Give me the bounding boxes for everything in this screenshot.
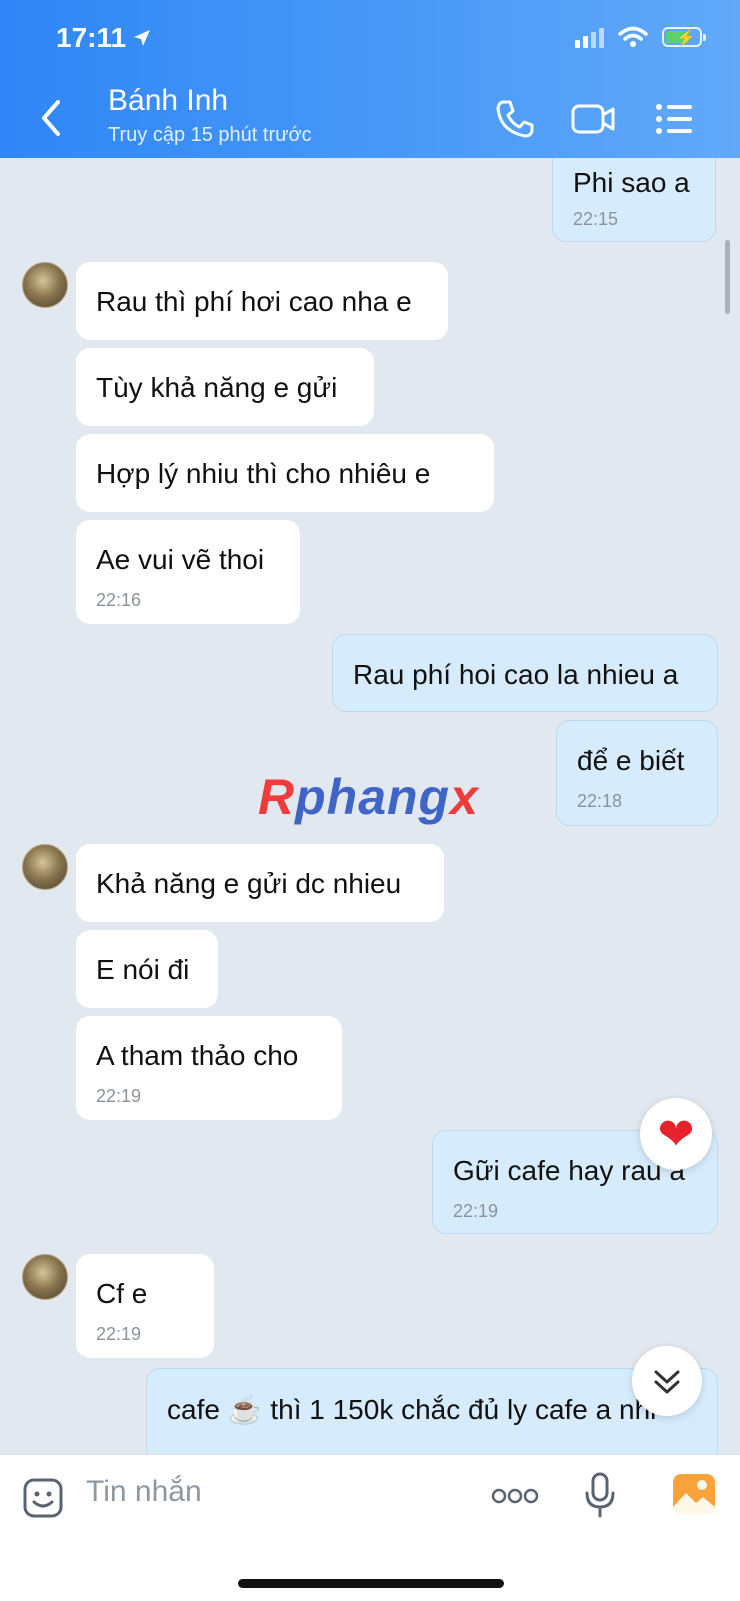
sticker-emoji-icon[interactable] [22, 1477, 64, 1519]
message-bubble-incoming[interactable]: A tham thảo cho 22:19 [76, 1016, 342, 1120]
message-text: Khả năng e gửi dc nhieu [96, 868, 402, 899]
back-button[interactable] [34, 96, 70, 140]
watermark-x: x [450, 769, 479, 825]
message-text: Cf e [96, 1278, 148, 1309]
wifi-icon [618, 26, 648, 47]
contact-name[interactable]: Bánh Inh [108, 84, 228, 118]
scroll-to-bottom-button[interactable] [632, 1346, 702, 1416]
avatar[interactable] [22, 1254, 68, 1300]
message-bubble-incoming[interactable]: Tùy khả năng e gửi [76, 348, 374, 426]
more-options-icon[interactable] [490, 1485, 540, 1507]
message-input[interactable]: Tin nhắn [86, 1475, 202, 1509]
video-call-icon[interactable] [570, 98, 616, 140]
message-bubble-incoming[interactable]: Rau thì phí hơi cao nha e [76, 262, 448, 340]
message-bubble-incoming[interactable]: Cf e 22:19 [76, 1254, 214, 1358]
location-arrow-icon [134, 30, 151, 46]
heart-reaction-icon[interactable]: ❤ [640, 1098, 712, 1170]
message-text: Rau phí hoi cao la nhieu a [353, 659, 679, 690]
watermark-mid: phang [295, 769, 451, 825]
message-bubble-outgoing[interactable]: Phi sao a 22:15 [552, 158, 716, 242]
message-text: E nói đi [96, 954, 190, 985]
watermark: Rphangx [258, 768, 479, 826]
avatar[interactable] [22, 844, 68, 890]
message-composer: Tin nhắn [0, 1454, 740, 1601]
message-text: Rau thì phí hơi cao nha e [96, 286, 412, 317]
message-bubble-incoming[interactable]: Hợp lý nhiu thì cho nhiêu e [76, 434, 494, 512]
cellular-signal-icon [575, 26, 604, 48]
message-time: 22:15 [573, 209, 619, 229]
microphone-icon[interactable] [582, 1471, 618, 1519]
message-bubble-incoming[interactable]: Ae vui vẽ thoi 22:16 [76, 520, 300, 624]
message-bubble-incoming[interactable]: E nói đi [76, 930, 218, 1008]
message-bubble-incoming[interactable]: Khả năng e gửi dc nhieu [76, 844, 444, 922]
scrollbar[interactable] [725, 240, 730, 314]
status-icons: ⚡ [575, 26, 706, 48]
phone-call-icon[interactable] [494, 98, 536, 140]
message-text: để e biết [577, 745, 685, 776]
status-time-text: 17:11 [56, 22, 127, 53]
watermark-r: R [258, 769, 296, 825]
home-indicator [238, 1579, 504, 1588]
double-chevron-down-icon [654, 1370, 680, 1394]
message-time: 22:16 [96, 590, 142, 610]
message-text: Phi sao a [573, 167, 690, 198]
message-text: Tùy khả năng e gửi [96, 372, 338, 403]
message-time: 22:19 [96, 1324, 142, 1344]
message-time: 22:19 [96, 1086, 142, 1106]
reaction-heart: ❤ [657, 1109, 695, 1159]
message-bubble-outgoing[interactable]: để e biết 22:18 [556, 720, 718, 826]
menu-list-icon[interactable] [654, 98, 694, 140]
battery-icon: ⚡ [662, 27, 706, 47]
message-text: A tham thảo cho [96, 1040, 299, 1071]
contact-status: Truy cập 15 phút trước [108, 124, 312, 146]
message-time: 22:19 [453, 1201, 499, 1221]
message-time: 22:18 [577, 791, 623, 811]
message-bubble-outgoing[interactable]: Rau phí hoi cao la nhieu a [332, 634, 718, 712]
message-text: Hợp lý nhiu thì cho nhiêu e [96, 458, 431, 489]
chat-header: 17:11 ⚡ Bánh Inh Truy cập 15 phút trước [0, 0, 740, 158]
image-gallery-icon[interactable] [672, 1473, 716, 1515]
avatar[interactable] [22, 262, 68, 308]
message-text: Ae vui vẽ thoi [96, 544, 265, 575]
status-time: 17:11 [56, 22, 152, 54]
message-text: cafe ☕ thì 1 150k chắc đủ ly cafe a nhỉ [167, 1394, 657, 1425]
